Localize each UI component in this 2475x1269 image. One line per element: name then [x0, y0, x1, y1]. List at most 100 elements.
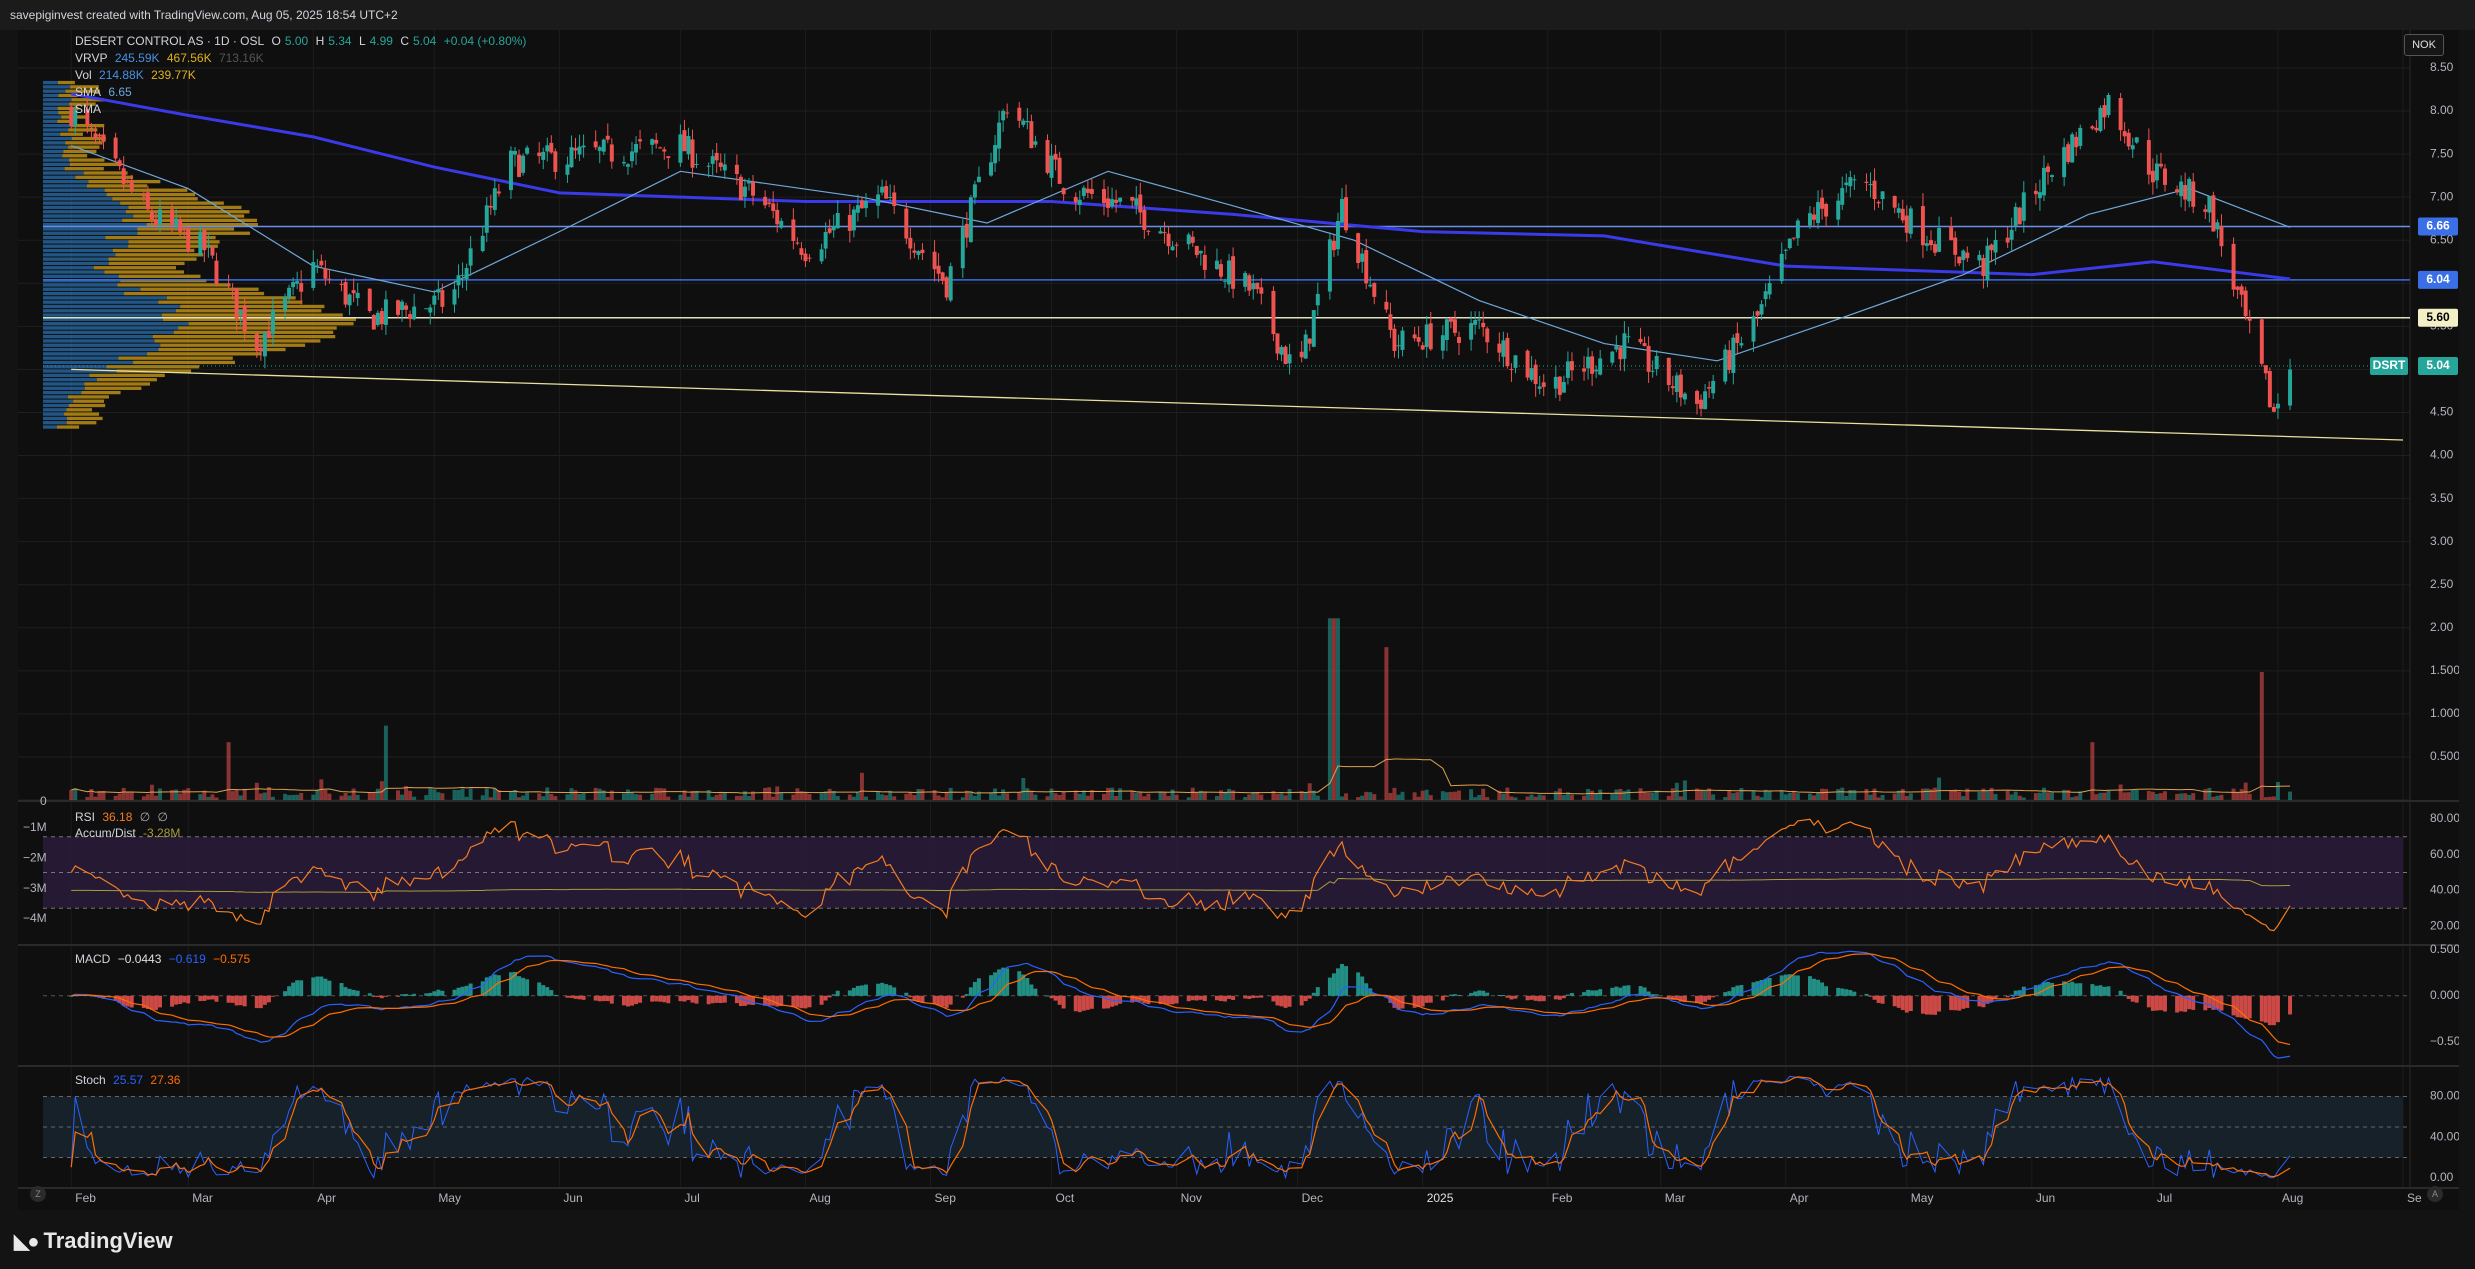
volume-bar	[315, 790, 320, 800]
candle-body	[2271, 407, 2276, 412]
time-axis-label: Jun	[2036, 1191, 2055, 1205]
macd-hist-bar	[254, 995, 259, 1009]
volume-bar	[880, 794, 885, 800]
candle-body	[819, 249, 824, 262]
volume-bar	[1836, 789, 1841, 800]
candle-body	[202, 230, 207, 251]
macd-hist-bar	[2094, 985, 2099, 996]
volume-bar	[1158, 791, 1163, 800]
price-axis-label: 4.00	[2430, 448, 2454, 462]
candle-body	[876, 194, 881, 206]
macd-hist-bar	[1335, 968, 1340, 996]
volume-bar	[408, 790, 413, 800]
macd-hist-bar	[1049, 995, 1054, 999]
volume-bar	[1711, 794, 1716, 800]
tradingview-logo-text: TradingView	[43, 1228, 173, 1253]
legend-macd[interactable]: MACD −0.0443 −0.619 −0.575	[75, 952, 254, 966]
vrvp-down-bar	[173, 330, 334, 334]
macd-hist-bar	[1247, 995, 1252, 1000]
vol-value: 214.88K	[99, 68, 144, 82]
volume-bar	[1327, 618, 1332, 800]
candle-body	[1598, 358, 1603, 375]
macd-hist-bar	[1820, 982, 1825, 996]
volume-bar	[262, 792, 267, 800]
legend-stoch[interactable]: Stoch 25.57 27.36	[75, 1073, 184, 1087]
time-axis-label: Feb	[75, 1191, 96, 1205]
vol-label: Vol	[75, 68, 92, 82]
vrvp-up-bar	[43, 339, 155, 343]
legend-rsi[interactable]: RSI 36.18 ∅ ∅	[75, 810, 172, 824]
candle-body	[686, 136, 691, 155]
volume-bar	[2094, 794, 2099, 800]
macd-hist-bar	[2275, 995, 2280, 1023]
volume-bar	[650, 793, 655, 800]
vrvp-up-bar	[43, 85, 71, 89]
volume-bar	[1017, 791, 1022, 800]
macd-hist-bar	[2078, 983, 2083, 996]
vrvp-up-bar	[43, 313, 162, 317]
candle-body	[932, 251, 937, 270]
candle-body	[1933, 244, 1938, 253]
macd-hist-bar	[1852, 991, 1857, 996]
candle-body	[855, 205, 860, 213]
candle-body	[920, 249, 925, 254]
macd-hist-bar	[2267, 995, 2272, 1026]
macd-hist-bar	[876, 983, 881, 996]
legend-sma2[interactable]: SMA	[75, 102, 105, 116]
volume-bar	[553, 796, 558, 800]
candle-body	[888, 197, 893, 199]
candle-body	[2005, 237, 2010, 243]
macd-hist-bar	[1198, 995, 1203, 1000]
volume-bar	[1106, 787, 1111, 800]
macd-hist-bar	[747, 995, 751, 1005]
macd-hist-bar	[791, 995, 796, 1008]
candle-body	[634, 143, 639, 153]
volume-bar	[1469, 789, 1474, 800]
vrvp-up-bar	[43, 102, 70, 106]
legend-sma1[interactable]: SMA 6.65	[75, 85, 136, 99]
macd-hist-bar	[1509, 995, 1514, 1000]
volume-bar	[1735, 792, 1740, 800]
currency-button[interactable]: NOK	[2404, 34, 2444, 56]
macd-hist-bar	[327, 980, 332, 996]
legend-vol[interactable]: Vol 214.88K 239.77K	[75, 68, 200, 82]
macd-hist-bar	[1194, 995, 1199, 1001]
candle-body	[452, 289, 457, 305]
candle-body	[1836, 200, 1841, 220]
sma1-value: 6.65	[108, 85, 132, 99]
macd-hist-bar	[1779, 975, 1784, 996]
vrvp-up-bar	[43, 266, 94, 270]
candle-body	[1481, 322, 1486, 328]
volume-bar	[1118, 788, 1123, 800]
candle-body	[2215, 222, 2220, 230]
volume-bar	[605, 797, 610, 800]
candle-body	[456, 275, 461, 286]
macd-hist-bar	[1186, 995, 1191, 1002]
volume-bar	[855, 792, 860, 800]
time-axis-label: Nov	[1181, 1191, 1202, 1205]
candle-body	[2098, 107, 2103, 132]
macd-hist-bar	[1618, 987, 1623, 996]
volume-bar	[920, 789, 925, 800]
vrvp-up-bar	[43, 244, 129, 248]
volume-bar	[254, 782, 259, 800]
time-axis-label: Jul	[2157, 1191, 2172, 1205]
vrvp-up-bar	[43, 123, 73, 128]
candle-body	[916, 251, 921, 255]
volume-bar	[1791, 791, 1796, 800]
macd-hist-bar	[1569, 993, 1574, 996]
volume-bar	[718, 793, 723, 800]
macd-hist-bar	[638, 995, 643, 1003]
volume-bar	[1428, 795, 1433, 800]
chart-area[interactable]: 8.508.007.507.006.506.005.505.004.504.00…	[18, 30, 2459, 1210]
zoom-reset-button[interactable]: Z	[30, 1186, 46, 1202]
legend-vrvp[interactable]: VRVP 245.59K 467.56K 713.16K	[75, 51, 268, 65]
tradingview-logo[interactable]: ◣● TradingView	[14, 1228, 173, 1254]
volume-bar	[1783, 794, 1788, 800]
auto-scale-button[interactable]: A	[2427, 1186, 2443, 1202]
candle-body	[1400, 330, 1405, 350]
volume-bar	[2037, 792, 2042, 800]
chart-svg[interactable]: 8.508.007.507.006.506.005.505.004.504.00…	[18, 30, 2459, 1210]
candle-body	[1682, 393, 1687, 400]
legend-accum[interactable]: Accum/Dist -3.28M	[75, 826, 184, 840]
